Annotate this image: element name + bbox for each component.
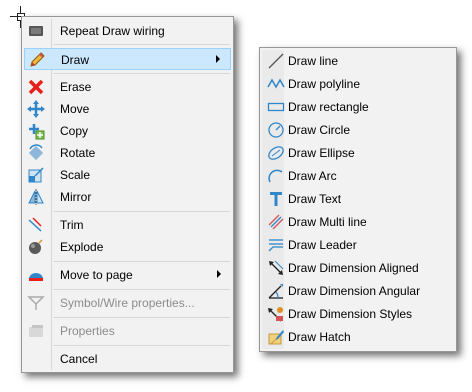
- submenu-item-label: Draw Dimension Aligned: [288, 261, 419, 275]
- dimension-angular-icon: [267, 282, 285, 300]
- menu-separator: [53, 317, 230, 318]
- submenu-item-draw-rectangle[interactable]: Draw rectangle: [262, 96, 454, 118]
- menu-separator: [53, 44, 230, 45]
- arc-icon: [267, 167, 285, 185]
- submenu-item-draw-line[interactable]: Draw line: [262, 50, 454, 72]
- menu-separator: [53, 261, 230, 262]
- menu-item-label: Cancel: [60, 352, 98, 366]
- menu-item-label: Draw: [61, 53, 90, 67]
- menu-item-cancel[interactable]: Cancel: [24, 348, 231, 370]
- erase-x-icon: [27, 78, 45, 96]
- menu-item-scale[interactable]: Scale: [24, 164, 231, 186]
- mirror-icon: [27, 188, 45, 206]
- leader-icon: [267, 236, 285, 254]
- submenu-item-draw-multi-line[interactable]: Draw Multi line: [262, 211, 454, 233]
- submenu-arrow-icon: [216, 55, 220, 63]
- submenu-item-draw-text[interactable]: Draw Text: [262, 188, 454, 210]
- menu-item-label: Mirror: [60, 190, 92, 204]
- move-to-page-icon: [27, 266, 45, 284]
- symbol-properties-icon: [27, 294, 45, 312]
- submenu-item-draw-dimension-angular[interactable]: Draw Dimension Angular: [262, 280, 454, 302]
- submenu-item-label: Draw Text: [288, 192, 342, 206]
- menu-separator: [53, 289, 230, 290]
- menu-item-move-to-page[interactable]: Move to page: [24, 264, 231, 286]
- trim-icon: [27, 216, 45, 234]
- submenu-item-draw-dimension-aligned[interactable]: Draw Dimension Aligned: [262, 257, 454, 279]
- submenu-item-label: Draw Multi line: [288, 215, 367, 229]
- submenu-item-draw-circle[interactable]: Draw Circle: [262, 119, 454, 141]
- menu-item-label: Move to page: [60, 268, 133, 282]
- submenu-item-label: Draw Hatch: [288, 330, 351, 344]
- menu-item-label: Rotate: [60, 146, 96, 160]
- rectangle-icon: [267, 98, 285, 116]
- menu-item-draw[interactable]: Draw: [24, 48, 231, 70]
- menu-item-label: Properties: [60, 324, 115, 338]
- multi-line-icon: [267, 213, 285, 231]
- menu-item-label: Move: [60, 102, 90, 116]
- menu-separator: [53, 73, 230, 74]
- menu-item-label: Repeat Draw wiring: [60, 24, 165, 38]
- menu-item-label: Trim: [60, 218, 84, 232]
- rotate-icon: [27, 144, 45, 162]
- circle-icon: [267, 121, 285, 139]
- submenu-item-label: Draw Ellipse: [288, 146, 355, 160]
- ellipse-icon: [267, 144, 285, 162]
- submenu-item-draw-polyline[interactable]: Draw polyline: [262, 73, 454, 95]
- submenu-item-label: Draw line: [288, 54, 339, 68]
- scale-icon: [27, 166, 45, 184]
- polyline-icon: [267, 75, 285, 93]
- menu-item-label: Explode: [60, 240, 104, 254]
- submenu-arrow-icon: [217, 270, 221, 278]
- context-menu: Repeat Draw wiring Draw Erase Move Copy …: [21, 16, 234, 373]
- submenu-item-label: Draw polyline: [288, 77, 361, 91]
- line-icon: [267, 52, 285, 70]
- menu-item-repeat-draw-wiring[interactable]: Repeat Draw wiring: [24, 20, 231, 42]
- menu-item-erase[interactable]: Erase: [24, 76, 231, 98]
- menu-item-label: Copy: [60, 124, 89, 138]
- repeat-icon: [27, 22, 45, 40]
- submenu-item-draw-leader[interactable]: Draw Leader: [262, 234, 454, 256]
- menu-item-move[interactable]: Move: [24, 98, 231, 120]
- menu-separator: [53, 345, 230, 346]
- menu-item-explode[interactable]: Explode: [24, 236, 231, 258]
- submenu-item-label: Draw rectangle: [288, 100, 369, 114]
- menu-item-properties[interactable]: Properties: [24, 320, 231, 342]
- menu-item-label: Symbol/Wire properties...: [60, 296, 195, 310]
- submenu-item-label: Draw Leader: [288, 238, 357, 252]
- submenu-item-label: Draw Dimension Angular: [288, 284, 421, 298]
- hatch-icon: [267, 328, 285, 346]
- pencil-icon: [28, 51, 46, 69]
- move-arrows-icon: [27, 100, 45, 118]
- draw-submenu: Draw line Draw polyline Draw rectangle D…: [259, 47, 457, 352]
- dimension-styles-icon: [267, 305, 285, 323]
- menu-separator: [53, 211, 230, 212]
- menu-item-copy[interactable]: Copy: [24, 120, 231, 142]
- menu-item-label: Erase: [60, 80, 92, 94]
- submenu-item-draw-hatch[interactable]: Draw Hatch: [262, 326, 454, 348]
- submenu-item-label: Draw Circle: [288, 123, 351, 137]
- submenu-item-draw-ellipse[interactable]: Draw Ellipse: [262, 142, 454, 164]
- submenu-item-draw-arc[interactable]: Draw Arc: [262, 165, 454, 187]
- text-icon: [267, 190, 285, 208]
- dimension-aligned-icon: [267, 259, 285, 277]
- menu-item-label: Scale: [60, 168, 91, 182]
- menu-item-symbol-wire-properties[interactable]: Symbol/Wire properties...: [24, 292, 231, 314]
- copy-icon: [27, 122, 45, 140]
- menu-item-mirror[interactable]: Mirror: [24, 186, 231, 208]
- submenu-item-label: Draw Arc: [288, 169, 337, 183]
- explode-icon: [27, 238, 45, 256]
- submenu-item-draw-dimension-styles[interactable]: Draw Dimension Styles: [262, 303, 454, 325]
- menu-item-rotate[interactable]: Rotate: [24, 142, 231, 164]
- submenu-item-label: Draw Dimension Styles: [288, 307, 413, 321]
- menu-item-trim[interactable]: Trim: [24, 214, 231, 236]
- properties-icon: [27, 322, 45, 340]
